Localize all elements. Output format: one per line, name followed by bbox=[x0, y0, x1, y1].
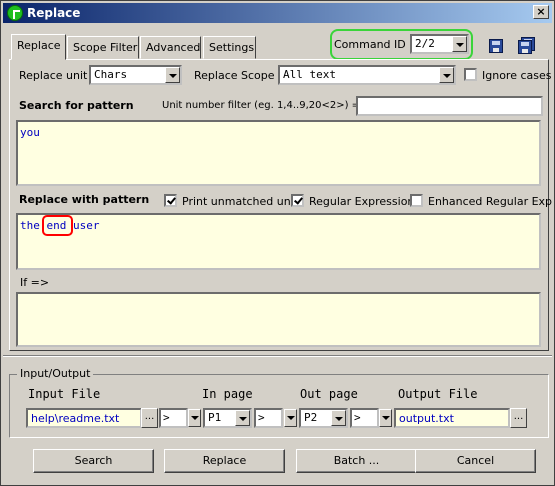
ignore-cases-checkbox[interactable] bbox=[464, 68, 477, 81]
tab-advanced[interactable]: Advanced bbox=[140, 36, 201, 59]
search-button[interactable]: Search bbox=[33, 449, 154, 473]
app-icon bbox=[7, 5, 23, 21]
replace-dialog: Replace × Replace Scope Filter Advanced … bbox=[0, 0, 555, 486]
print-unmatched-checkbox[interactable] bbox=[164, 194, 177, 207]
input-file-field[interactable]: help\readme.txt bbox=[26, 408, 142, 428]
divider bbox=[3, 355, 552, 357]
browse-input-button[interactable]: ... bbox=[141, 408, 158, 428]
output-file-field[interactable]: output.txt bbox=[394, 408, 510, 428]
chevron-down-icon[interactable] bbox=[284, 409, 297, 427]
mid-operator-value: > bbox=[258, 411, 265, 424]
out-page-label: Out page bbox=[300, 387, 358, 401]
save-icon[interactable] bbox=[488, 37, 506, 54]
input-output-title: Input/Output bbox=[17, 367, 94, 380]
enhanced-regex-label: Enhanced Regular Exp bbox=[428, 195, 553, 208]
unit-filter-label: Unit number filter (eg. 1,4..9,20<2>) => bbox=[162, 100, 369, 111]
tab-replace[interactable]: Replace bbox=[11, 34, 66, 60]
batch-button[interactable]: Batch ... bbox=[296, 449, 417, 473]
chevron-down-icon[interactable] bbox=[165, 67, 180, 83]
replace-scope-select[interactable]: All text bbox=[278, 65, 456, 85]
tab-settings[interactable]: Settings bbox=[203, 36, 256, 59]
title-bar[interactable]: Replace × bbox=[3, 3, 552, 23]
in-operator-value: > bbox=[163, 411, 170, 424]
mid-operator-select[interactable]: > bbox=[254, 408, 283, 428]
chevron-down-icon[interactable] bbox=[439, 67, 454, 83]
out-operator-value: > bbox=[354, 411, 361, 424]
command-id-select[interactable]: 2/2 bbox=[410, 34, 469, 54]
replace-pattern-input[interactable]: the end user bbox=[16, 213, 541, 270]
if-condition-input[interactable] bbox=[16, 292, 541, 347]
command-id-value: 2/2 bbox=[415, 37, 435, 50]
search-pattern-input[interactable]: you bbox=[16, 120, 541, 186]
close-button[interactable]: × bbox=[533, 5, 549, 19]
if-label: If => bbox=[20, 276, 50, 289]
window-title: Replace bbox=[27, 6, 81, 20]
out-page-select[interactable]: P2 bbox=[299, 408, 348, 428]
in-page-select[interactable]: P1 bbox=[203, 408, 252, 428]
input-file-label: Input File bbox=[28, 387, 101, 401]
unit-filter-input[interactable] bbox=[356, 96, 543, 116]
in-page-label: In page bbox=[202, 387, 253, 401]
out-operator-select[interactable]: > bbox=[350, 408, 379, 428]
input-output-group bbox=[9, 374, 549, 438]
out-page-value: P2 bbox=[304, 411, 318, 424]
in-operator-select[interactable]: > bbox=[159, 408, 188, 428]
chevron-down-icon[interactable] bbox=[379, 409, 392, 427]
ignore-cases-label: Ignore cases bbox=[482, 69, 552, 82]
replace-pattern-heading: Replace with pattern bbox=[19, 193, 150, 206]
print-unmatched-label: Print unmatched units bbox=[182, 195, 304, 208]
enhanced-regex-checkbox[interactable] bbox=[410, 194, 423, 207]
browse-output-button[interactable]: ... bbox=[510, 408, 527, 428]
chevron-down-icon[interactable] bbox=[188, 409, 201, 427]
regular-expression-label: Regular Expression bbox=[309, 195, 415, 208]
chevron-down-icon[interactable] bbox=[235, 410, 250, 426]
replace-button[interactable]: Replace bbox=[164, 449, 285, 473]
chevron-down-icon[interactable] bbox=[331, 410, 346, 426]
replace-unit-select[interactable]: Chars bbox=[89, 65, 182, 85]
cursor-highlight bbox=[42, 215, 73, 236]
search-pattern-heading: Search for pattern bbox=[19, 99, 134, 112]
replace-unit-value: Chars bbox=[94, 68, 128, 81]
regular-expression-checkbox[interactable] bbox=[291, 194, 304, 207]
chevron-down-icon[interactable] bbox=[452, 36, 467, 52]
replace-unit-label: Replace unit bbox=[19, 69, 88, 82]
cancel-button[interactable]: Cancel bbox=[415, 449, 536, 473]
replace-scope-value: All text bbox=[283, 68, 336, 81]
tab-scope-filter[interactable]: Scope Filter bbox=[67, 36, 139, 59]
save-all-icon[interactable] bbox=[518, 37, 536, 54]
output-file-label: Output File bbox=[398, 387, 478, 401]
in-page-value: P1 bbox=[208, 411, 222, 424]
replace-scope-label: Replace Scope bbox=[194, 69, 275, 82]
